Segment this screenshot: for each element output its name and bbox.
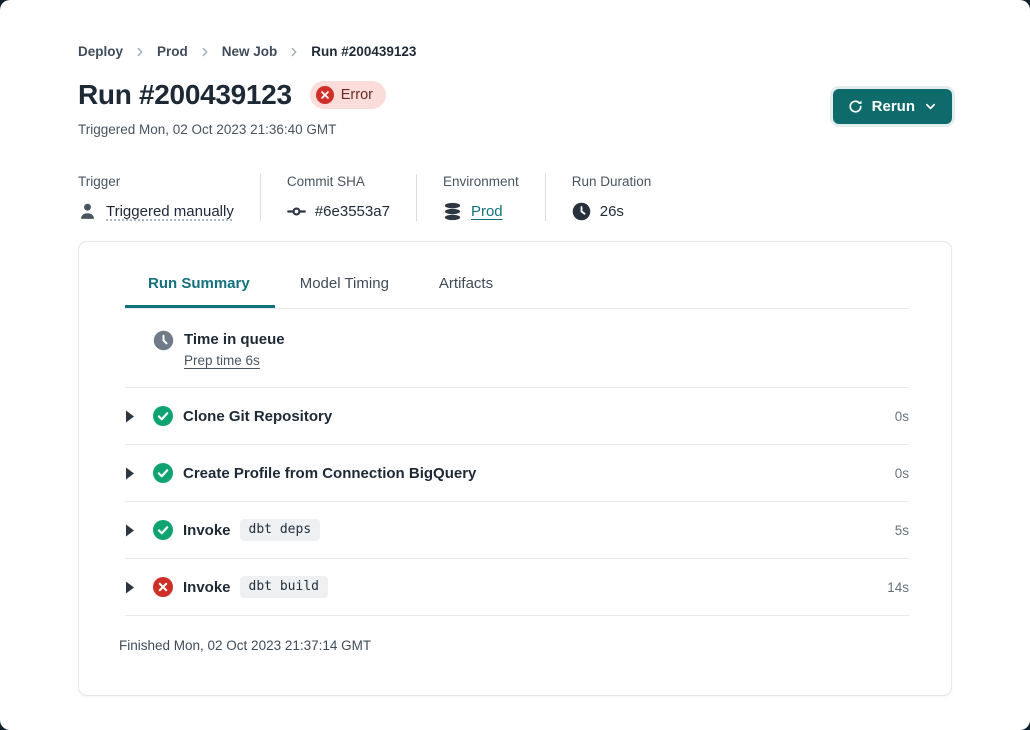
step-row-dbt-deps[interactable]: Invoke dbt deps 5s bbox=[125, 502, 909, 559]
check-circle-icon bbox=[153, 406, 173, 426]
step-row-dbt-build[interactable]: Invoke dbt build 14s bbox=[125, 559, 909, 616]
chevron-right-icon bbox=[134, 46, 146, 58]
breadcrumb-deploy[interactable]: Deploy bbox=[78, 44, 123, 59]
step-title: Create Profile from Connection BigQuery bbox=[183, 465, 476, 482]
finished-timestamp: Finished Mon, 02 Oct 2023 21:37:14 GMT bbox=[119, 638, 951, 653]
commit-sha-value: #6e3553a7 bbox=[315, 203, 390, 220]
database-icon bbox=[443, 202, 462, 221]
caret-right-icon[interactable] bbox=[125, 410, 136, 423]
detail-label: Run Duration bbox=[572, 174, 652, 189]
person-icon bbox=[78, 202, 97, 221]
run-detail-page: Deploy Prod New Job Run #200439123 Run #… bbox=[0, 0, 1030, 730]
chevron-right-icon bbox=[199, 46, 211, 58]
step-duration: 0s bbox=[895, 409, 909, 424]
tab-artifacts[interactable]: Artifacts bbox=[414, 275, 518, 308]
commit-icon bbox=[287, 202, 306, 221]
error-circle-icon bbox=[316, 86, 334, 104]
detail-run-duration: Run Duration 26s bbox=[572, 174, 678, 221]
step-row-clone-git[interactable]: Clone Git Repository 0s bbox=[125, 388, 909, 445]
detail-label: Environment bbox=[443, 174, 519, 189]
step-duration: 0s bbox=[895, 466, 909, 481]
step-duration: 14s bbox=[887, 580, 909, 595]
run-summary-card: Run Summary Model Timing Artifacts Time … bbox=[78, 241, 952, 696]
run-duration-value: 26s bbox=[600, 203, 624, 220]
check-circle-icon bbox=[153, 463, 173, 483]
clock-icon bbox=[153, 330, 174, 351]
chevron-down-icon bbox=[924, 100, 937, 113]
caret-right-icon[interactable] bbox=[125, 581, 136, 594]
command-chip: dbt deps bbox=[240, 519, 321, 541]
trigger-value[interactable]: Triggered manually bbox=[106, 203, 234, 220]
step-title: Clone Git Repository bbox=[183, 408, 332, 425]
environment-link[interactable]: Prod bbox=[471, 203, 503, 220]
breadcrumb-prod[interactable]: Prod bbox=[157, 44, 188, 59]
rerun-button-label: Rerun bbox=[872, 98, 915, 115]
breadcrumb: Deploy Prod New Job Run #200439123 bbox=[78, 0, 952, 59]
tab-bar: Run Summary Model Timing Artifacts bbox=[125, 242, 909, 309]
queue-row: Time in queue Prep time 6s bbox=[125, 309, 909, 388]
status-badge-label: Error bbox=[341, 87, 373, 103]
caret-right-icon[interactable] bbox=[125, 467, 136, 480]
detail-label: Trigger bbox=[78, 174, 234, 189]
caret-right-icon[interactable] bbox=[125, 524, 136, 537]
rerun-button[interactable]: Rerun bbox=[833, 89, 952, 124]
header-left: Run #200439123 Error Triggered Mon, 02 O… bbox=[78, 79, 386, 137]
step-row-create-profile[interactable]: Create Profile from Connection BigQuery … bbox=[125, 445, 909, 502]
check-circle-icon bbox=[153, 520, 173, 540]
breadcrumb-new-job[interactable]: New Job bbox=[222, 44, 278, 59]
detail-environment: Environment Prod bbox=[443, 174, 546, 221]
status-badge: Error bbox=[310, 81, 386, 109]
step-title: Invoke bbox=[183, 522, 231, 539]
queue-title: Time in queue bbox=[184, 330, 285, 350]
breadcrumb-run-id: Run #200439123 bbox=[311, 44, 416, 59]
detail-trigger: Trigger Triggered manually bbox=[78, 174, 261, 221]
page-title: Run #200439123 bbox=[78, 79, 292, 111]
tab-model-timing[interactable]: Model Timing bbox=[275, 275, 414, 308]
command-chip: dbt build bbox=[240, 576, 328, 598]
prep-time-link[interactable]: Prep time 6s bbox=[184, 353, 260, 368]
error-circle-icon bbox=[153, 577, 173, 597]
detail-label: Commit SHA bbox=[287, 174, 390, 189]
step-duration: 5s bbox=[895, 523, 909, 538]
chevron-right-icon bbox=[288, 46, 300, 58]
clock-icon bbox=[572, 202, 591, 221]
step-title: Invoke bbox=[183, 579, 231, 596]
detail-commit-sha: Commit SHA #6e3553a7 bbox=[287, 174, 417, 221]
refresh-icon bbox=[848, 99, 863, 114]
triggered-timestamp: Triggered Mon, 02 Oct 2023 21:36:40 GMT bbox=[78, 122, 386, 137]
tab-run-summary[interactable]: Run Summary bbox=[125, 275, 275, 308]
header: Run #200439123 Error Triggered Mon, 02 O… bbox=[78, 79, 952, 137]
run-details-strip: Trigger Triggered manually Commit SHA #6… bbox=[78, 174, 952, 221]
